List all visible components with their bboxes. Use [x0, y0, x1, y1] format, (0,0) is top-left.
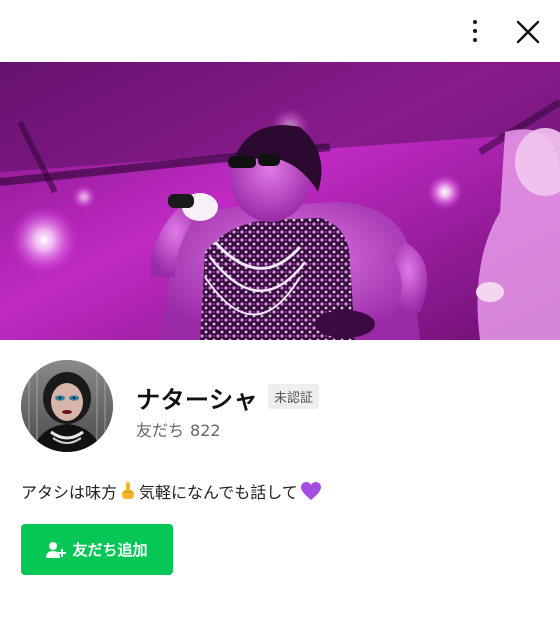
friends-count: 友だち 822: [136, 417, 221, 441]
close-button[interactable]: [512, 16, 544, 48]
avatar-image: [21, 360, 113, 452]
cover-photo: [0, 62, 560, 340]
status-message: アタシは味方 気軽になんでも話して: [21, 479, 324, 503]
profile-section: ナターシャ 未認証 友だち 822 アタシは味方 気軽になんでも話して 友だち追加: [0, 340, 560, 630]
purple-heart-icon: [300, 481, 322, 501]
friends-number: 822: [190, 421, 221, 440]
more-options-button[interactable]: [462, 16, 488, 46]
pointing-finger-icon: [119, 481, 137, 501]
profile-name: ナターシャ: [136, 386, 259, 414]
add-friend-icon: [46, 541, 67, 558]
status-text-2: 気軽になんでも話して: [139, 483, 298, 502]
close-icon: [516, 20, 540, 44]
add-friend-button[interactable]: 友だち追加: [21, 524, 173, 575]
unverified-badge: 未認証: [268, 384, 320, 409]
more-vertical-icon: [473, 20, 477, 24]
friends-label: 友だち: [136, 421, 185, 440]
more-vertical-icon-dot: [473, 38, 477, 42]
cover-image: [0, 62, 560, 340]
avatar[interactable]: [21, 360, 113, 452]
more-vertical-icon-dot: [473, 29, 477, 33]
status-text-1: アタシは味方: [21, 483, 118, 502]
top-bar: [0, 0, 560, 62]
add-friend-label: 友だち追加: [72, 541, 148, 559]
